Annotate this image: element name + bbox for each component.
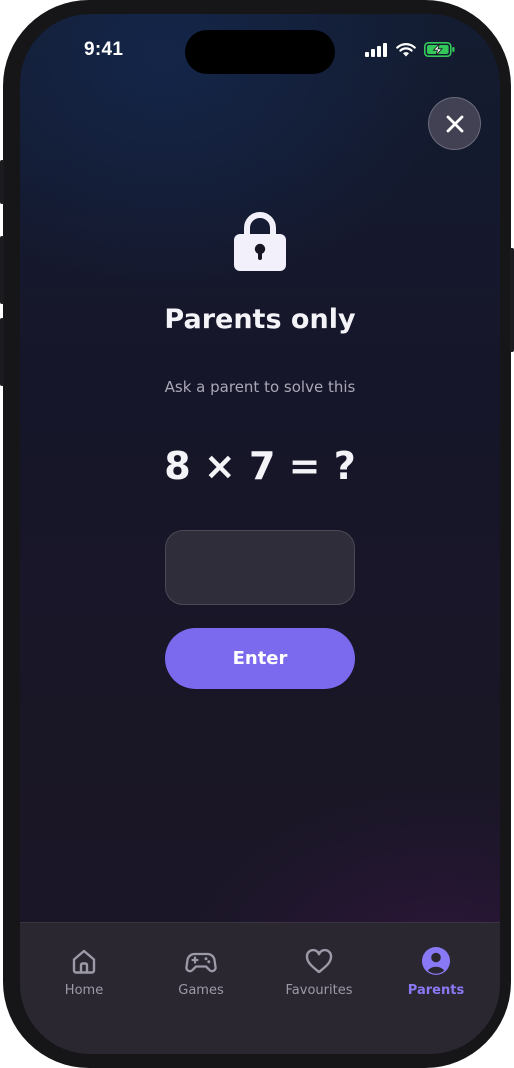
- status-time: 9:41: [84, 39, 124, 60]
- user-circle-icon: [422, 947, 450, 975]
- action-button: [0, 160, 4, 204]
- close-button[interactable]: [428, 97, 481, 150]
- math-question: 8 × 7 = ?: [164, 444, 356, 488]
- wifi-icon: [396, 42, 416, 56]
- answer-input[interactable]: [165, 530, 355, 605]
- tab-bar: Home Games Favourites Parents: [20, 922, 500, 1054]
- battery-charging-icon: [424, 42, 455, 57]
- page-subtitle: Ask a parent to solve this: [164, 378, 356, 396]
- dynamic-island: [185, 30, 335, 74]
- tab-label-home: Home: [64, 983, 104, 998]
- tab-favourites[interactable]: Favourites: [259, 923, 379, 1013]
- close-icon: [446, 115, 463, 132]
- power-button: [510, 248, 514, 352]
- tab-parents[interactable]: Parents: [376, 923, 496, 1013]
- phone-frame: 9:41 Parents only Ask a parent to solve …: [0, 0, 514, 1068]
- page-title: Parents only: [164, 304, 356, 335]
- enter-button[interactable]: Enter: [165, 628, 355, 689]
- heart-icon: [305, 948, 333, 974]
- tab-home[interactable]: Home: [24, 923, 144, 1013]
- cellular-signal-icon: [365, 42, 387, 57]
- tab-label-games: Games: [178, 983, 224, 998]
- status-bar: 9:41: [20, 14, 500, 74]
- status-icons: [365, 42, 456, 57]
- gamepad-icon: [185, 952, 217, 973]
- home-icon: [72, 949, 96, 974]
- volume-up-button: [0, 236, 4, 304]
- tab-label-parents: Parents: [407, 983, 465, 998]
- volume-down-button: [0, 318, 4, 386]
- screen: 9:41 Parents only Ask a parent to solve …: [20, 14, 500, 1054]
- tab-label-favourites: Favourites: [285, 983, 353, 998]
- tab-games[interactable]: Games: [141, 923, 261, 1013]
- lock-icon: [234, 212, 286, 271]
